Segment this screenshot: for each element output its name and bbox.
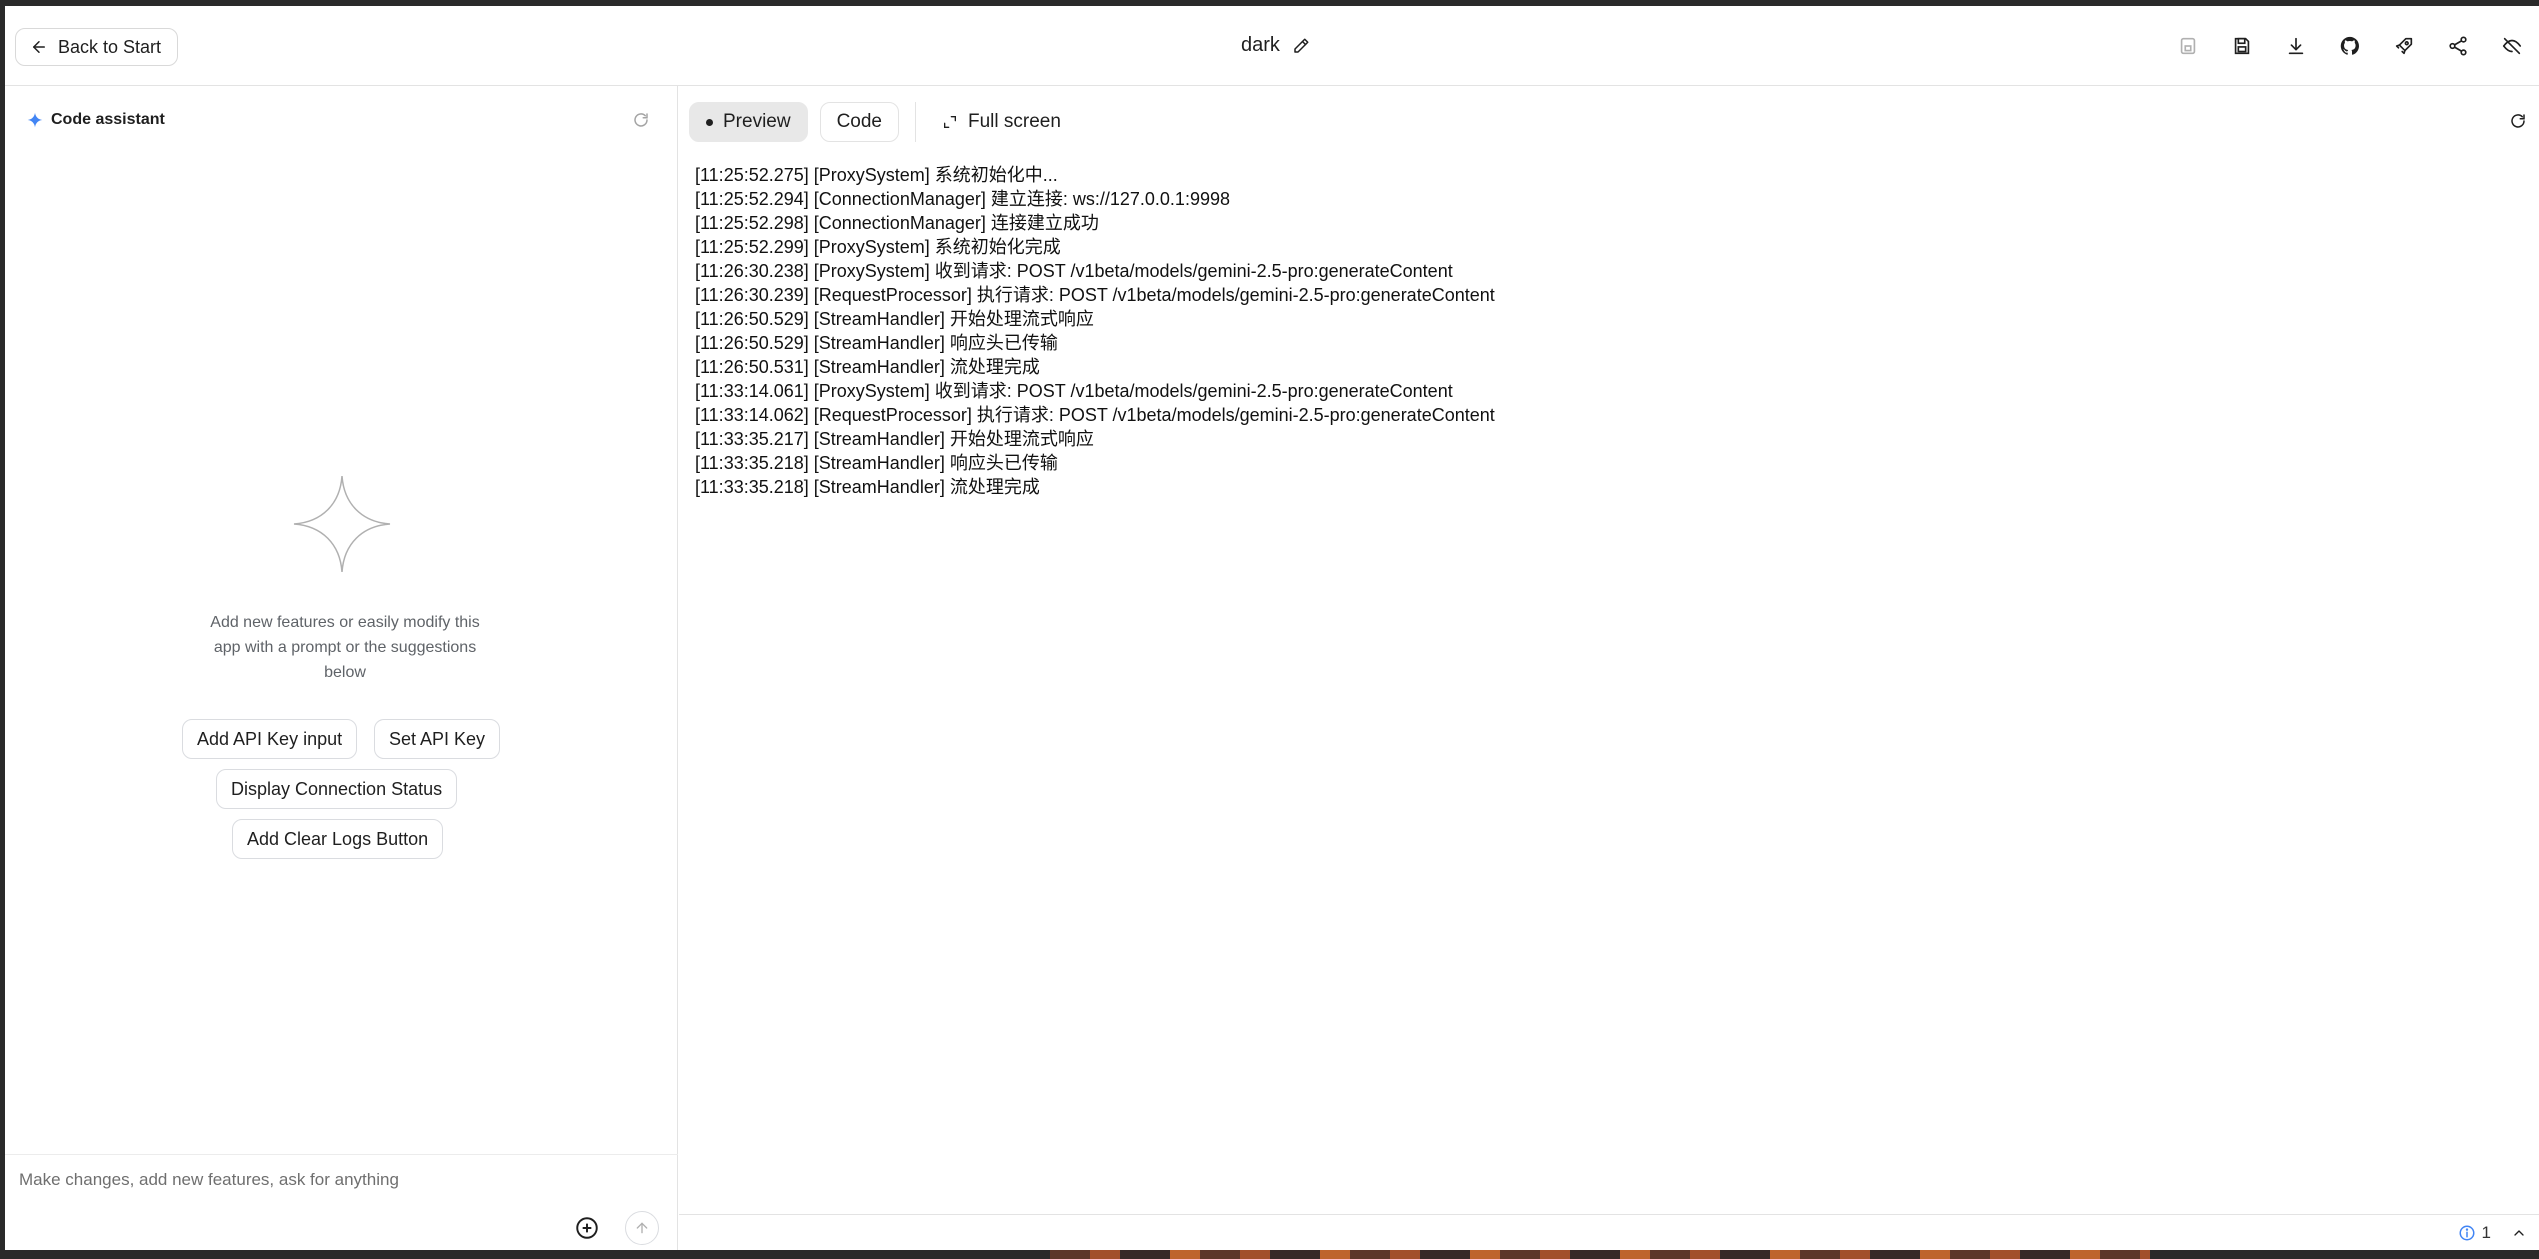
tab-preview-label: Preview xyxy=(723,111,791,132)
info-icon xyxy=(2459,1225,2475,1241)
deploy-rocket-icon xyxy=(2395,37,2413,55)
back-to-start-label: Back to Start xyxy=(58,36,162,57)
log-line: [11:33:35.218] [StreamHandler] 流处理完成 xyxy=(695,477,1040,497)
log-line: [11:25:52.294] [ConnectionManager] 建立连接:… xyxy=(695,189,1230,209)
top-actions xyxy=(2161,24,2539,68)
full-screen-label: Full screen xyxy=(968,111,1061,132)
tab-divider xyxy=(915,102,916,142)
hide-icon xyxy=(2502,37,2522,55)
github-icon xyxy=(2340,36,2359,55)
prompt-input[interactable] xyxy=(19,1165,659,1195)
status-bar: 1 xyxy=(679,1214,2539,1250)
code-assistant-title: Code assistant xyxy=(51,111,165,128)
code-assistant-header: Code assistant xyxy=(27,111,165,129)
desktop-taskbar-strip xyxy=(1050,1250,2150,1259)
assistant-refresh-button[interactable] xyxy=(632,111,652,131)
arrow-up-icon xyxy=(636,1222,648,1234)
save-icon xyxy=(2234,37,2250,55)
chevron-up-icon[interactable] xyxy=(2511,1225,2527,1241)
share-icon xyxy=(2449,36,2467,56)
expand-icon xyxy=(944,116,956,128)
tab-code-label: Code xyxy=(836,111,882,132)
app-title-text: dark xyxy=(1241,34,1280,56)
arrow-left-icon xyxy=(33,41,45,53)
hide-button[interactable] xyxy=(2485,24,2539,68)
save-disabled-icon xyxy=(2180,37,2196,55)
log-line: [11:26:50.531] [StreamHandler] 流处理完成 xyxy=(695,357,1040,377)
log-line: [11:33:14.062] [RequestProcessor] 执行请求: … xyxy=(695,405,1495,425)
full-screen-button[interactable]: Full screen xyxy=(932,102,1071,142)
log-line: [11:26:30.239] [RequestProcessor] 执行请求: … xyxy=(695,285,1495,305)
save-disabled-button[interactable] xyxy=(2161,24,2215,68)
back-to-start-button[interactable]: Back to Start xyxy=(15,28,179,66)
suggestion-display-connection-status[interactable]: Display Connection Status xyxy=(216,769,458,809)
github-button[interactable] xyxy=(2323,24,2377,68)
log-line: [11:26:30.238] [ProxySystem] 收到请求: POST … xyxy=(695,261,1453,281)
log-line: [11:26:50.529] [StreamHandler] 响应头已传输 xyxy=(695,333,1058,353)
assistant-hint: Add new features or easily modify this a… xyxy=(210,614,480,681)
app-title: dark xyxy=(1241,34,1310,57)
send-button[interactable] xyxy=(625,1211,659,1245)
suggestion-add-api-key-input[interactable]: Add API Key input xyxy=(182,719,358,759)
download-button[interactable] xyxy=(2269,24,2323,68)
tab-code[interactable]: Code xyxy=(819,102,899,142)
log-output: [11:25:52.275] [ProxySystem] 系统初始化中... [1… xyxy=(695,163,1495,499)
preview-panel: Preview Code Full screen [11:25:52.275] … xyxy=(679,86,2539,1250)
code-assistant-panel: Code assistant Add new features or easil… xyxy=(5,86,678,1250)
add-attachment-icon[interactable] xyxy=(574,1215,600,1241)
share-button[interactable] xyxy=(2431,24,2485,68)
log-line: [11:25:52.299] [ProxySystem] 系统初始化完成 xyxy=(695,237,1061,257)
suggestion-set-api-key[interactable]: Set API Key xyxy=(374,719,501,759)
preview-tabs: Preview Code Full screen xyxy=(689,102,1071,142)
refresh-icon xyxy=(2511,114,2525,128)
sparkle-outline-icon xyxy=(293,475,391,573)
status-info[interactable]: 1 xyxy=(2458,1223,2491,1243)
log-line: [11:25:52.298] [ConnectionManager] 连接建立成… xyxy=(695,213,1099,233)
refresh-icon xyxy=(634,113,648,127)
log-line: [11:33:35.218] [StreamHandler] 响应头已传输 xyxy=(695,453,1058,473)
log-line: [11:26:50.529] [StreamHandler] 开始处理流式响应 xyxy=(695,309,1094,329)
suggestion-add-clear-logs-button[interactable]: Add Clear Logs Button xyxy=(232,819,444,859)
status-count: 1 xyxy=(2481,1223,2491,1242)
log-line: [11:33:35.217] [StreamHandler] 开始处理流式响应 xyxy=(695,429,1094,449)
top-bar: Back to Start dark xyxy=(5,6,2539,86)
deploy-button[interactable] xyxy=(2377,24,2431,68)
log-line: [11:33:14.061] [ProxySystem] 收到请求: POST … xyxy=(695,381,1453,401)
download-icon xyxy=(2288,37,2304,55)
app-window: Back to Start dark Code assistant Add ne… xyxy=(5,6,2539,1250)
save-button[interactable] xyxy=(2215,24,2269,68)
active-dot-icon xyxy=(706,118,713,126)
sparkle-icon xyxy=(27,112,43,128)
tab-preview[interactable]: Preview xyxy=(689,102,808,142)
log-line: [11:25:52.275] [ProxySystem] 系统初始化中... xyxy=(695,165,1058,185)
prompt-area xyxy=(5,1154,678,1250)
preview-refresh-button[interactable] xyxy=(2509,112,2529,132)
pencil-icon[interactable] xyxy=(1292,37,1310,55)
